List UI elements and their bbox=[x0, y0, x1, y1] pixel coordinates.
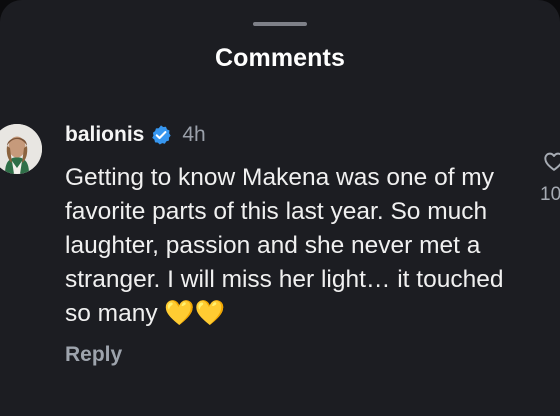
reply-button[interactable]: Reply bbox=[65, 343, 525, 367]
profile-photo-icon bbox=[0, 124, 42, 174]
verified-badge-icon bbox=[150, 124, 172, 146]
comment-text: Getting to know Makena was one of my fav… bbox=[65, 164, 504, 327]
page-title: Comments bbox=[215, 44, 345, 72]
comments-sheet: Comments balionis 4h Getting to know Mak… bbox=[0, 0, 560, 416]
comment-username[interactable]: balionis bbox=[65, 123, 144, 147]
like-count: 10 bbox=[540, 184, 560, 205]
heart-icon[interactable] bbox=[541, 148, 560, 174]
drag-handle[interactable] bbox=[253, 22, 307, 26]
comment: balionis 4h Getting to know Makena was o… bbox=[65, 120, 525, 367]
comment-timestamp: 4h bbox=[182, 123, 206, 146]
comment-meta: balionis 4h bbox=[65, 120, 525, 150]
avatar[interactable] bbox=[0, 124, 42, 174]
